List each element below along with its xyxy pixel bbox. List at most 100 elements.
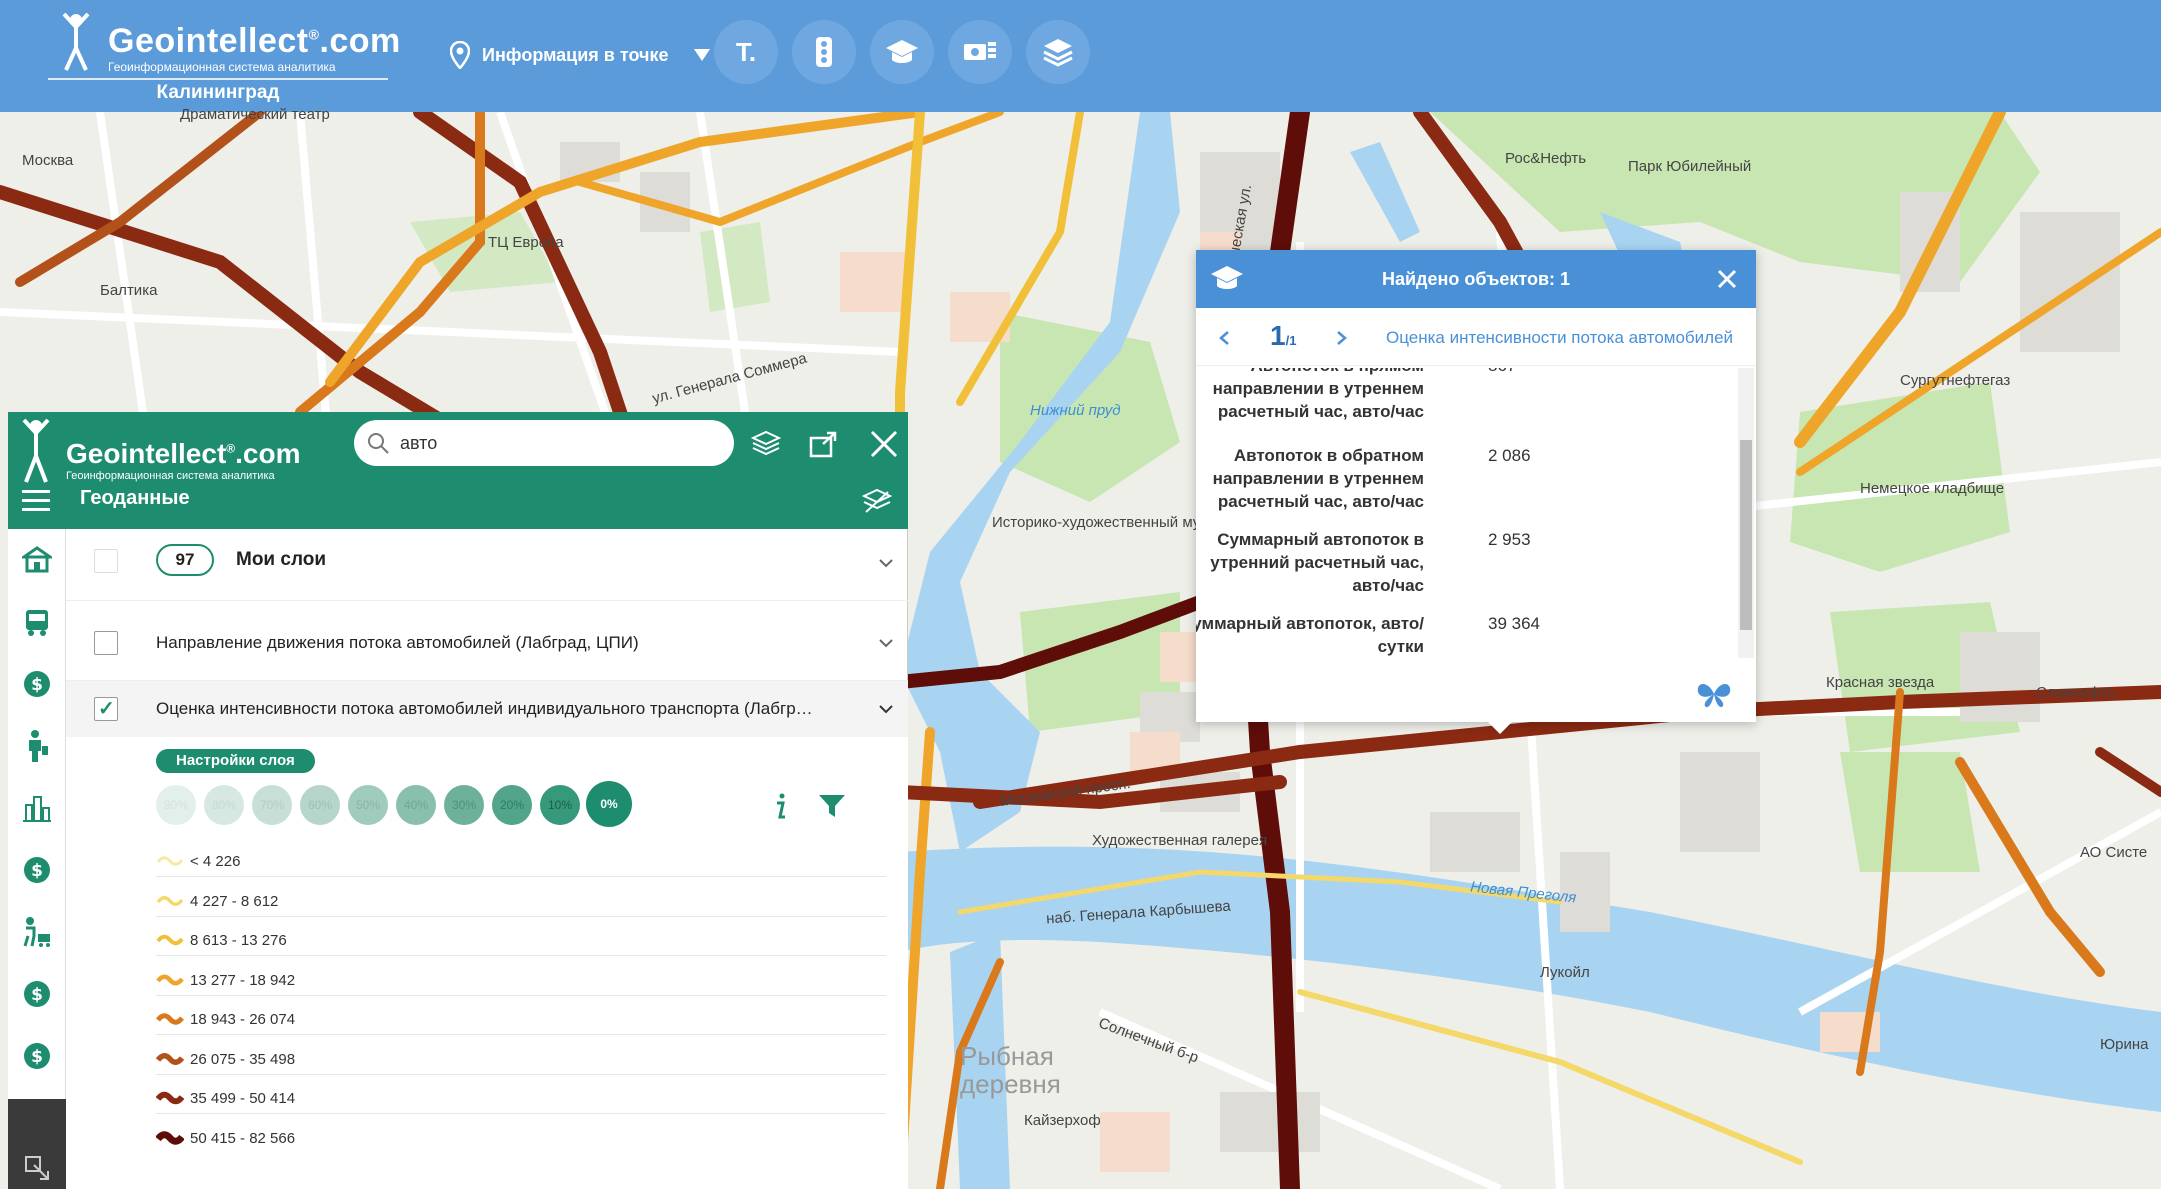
info-point-label: Информация в точке bbox=[482, 44, 669, 65]
popup-scrollbar[interactable] bbox=[1738, 368, 1754, 658]
layer-label[interactable]: Оценка интенсивности потока автомобилей … bbox=[156, 699, 813, 719]
popup-pointer bbox=[1486, 720, 1514, 734]
attribute-value: 2 953 bbox=[1488, 530, 1531, 549]
dollar-icon: $ bbox=[24, 981, 50, 1007]
map-label-museum: Историко-художественный музей bbox=[992, 514, 1224, 531]
layers-tool-button[interactable] bbox=[1026, 20, 1090, 84]
panel-title: Геоданные bbox=[80, 487, 190, 509]
brand-logo[interactable]: Geointellect®.com Геоинформационная сист… bbox=[48, 12, 400, 107]
legend-line-icon bbox=[156, 896, 184, 906]
butterfly-icon[interactable] bbox=[1696, 680, 1732, 708]
rail-people-button[interactable] bbox=[8, 715, 66, 777]
caret-down-icon[interactable] bbox=[692, 47, 712, 63]
rail-infrastructure-button[interactable] bbox=[8, 777, 66, 839]
legend-item: 35 499 - 50 414 bbox=[156, 1084, 886, 1114]
layers-toggle-icon[interactable] bbox=[862, 486, 892, 516]
opacity-step-0[interactable]: 0% bbox=[586, 781, 632, 827]
legend-line-icon bbox=[156, 1013, 184, 1025]
layer-row[interactable]: Направление движения потока автомобилей … bbox=[66, 601, 908, 681]
opacity-step-60[interactable]: 60% bbox=[300, 785, 340, 825]
search-input[interactable] bbox=[400, 432, 700, 454]
city-icon bbox=[23, 796, 51, 822]
opacity-step-30[interactable]: 30% bbox=[444, 785, 484, 825]
pedestrian-icon bbox=[23, 917, 50, 947]
opacity-step-90[interactable]: 90% bbox=[156, 785, 196, 825]
person-logo-icon bbox=[22, 418, 50, 483]
scrollbar-thumb[interactable] bbox=[1740, 440, 1752, 630]
close-icon bbox=[870, 430, 898, 458]
layer-checkbox-checked[interactable] bbox=[94, 696, 118, 721]
popup-title: Найдено объектов: 1 bbox=[1381, 269, 1571, 289]
attribute-value: 867 bbox=[1488, 368, 1516, 377]
bus-icon bbox=[26, 610, 48, 636]
education-tool-button[interactable] bbox=[870, 20, 934, 84]
layer-label: Направление движения потока автомобилей … bbox=[156, 633, 639, 652]
chevron-right-icon[interactable] bbox=[1336, 330, 1348, 346]
map-label-rybnaya: Рыбная деревня bbox=[960, 1041, 1061, 1099]
attribute-key: Суммарный автопоток, авто/сутки bbox=[1196, 614, 1424, 656]
attribute-row: Автопоток в обратном направлении в утрен… bbox=[1196, 444, 1736, 524]
menu-button[interactable] bbox=[22, 490, 50, 514]
attribute-row: Суммарный автопоток в утренний расчетный… bbox=[1196, 528, 1736, 608]
search-box[interactable] bbox=[354, 420, 734, 466]
map-label-krasnaya-zvezda: Красная звезда bbox=[1826, 674, 1935, 691]
map-label-ao-system: АО Систе bbox=[2080, 844, 2148, 861]
map-label-yurina: Юрина bbox=[2100, 1036, 2149, 1053]
opacity-step-70[interactable]: 70% bbox=[252, 785, 292, 825]
map-label-teatr: Драматический театр bbox=[180, 106, 330, 123]
my-layers-row[interactable]: 97 Мои слои bbox=[66, 529, 908, 601]
popup-page-indicator: 1/1 bbox=[1270, 320, 1297, 351]
text-tool-button[interactable]: T. bbox=[714, 20, 778, 84]
opacity-step-80[interactable]: 80% bbox=[204, 785, 244, 825]
map-label-moskva: Москва bbox=[22, 152, 74, 169]
legend-line-icon bbox=[156, 856, 184, 866]
transport-tool-button[interactable] bbox=[792, 20, 856, 84]
resize-icon[interactable] bbox=[24, 1155, 50, 1181]
rail-finance-3-button[interactable]: $ bbox=[8, 963, 66, 1025]
popup-layer-name[interactable]: Оценка интенсивности потока автомобилей bbox=[1386, 328, 1746, 348]
rail-finance-4-button[interactable]: $ bbox=[8, 1025, 66, 1087]
export-button[interactable] bbox=[804, 426, 844, 462]
rail-footer bbox=[8, 1099, 66, 1189]
map-label-nizhny-prud: Нижний пруд bbox=[1030, 402, 1121, 419]
layer-settings-button[interactable]: Настройки слоя bbox=[156, 749, 315, 773]
popup-navigation: 1/1 Оценка интенсивности потока автомоби… bbox=[1196, 308, 1756, 366]
opacity-step-50[interactable]: 50% bbox=[348, 785, 388, 825]
brand-name: Geointellect®.com bbox=[108, 22, 401, 60]
map-label-tc-evropa: ТЦ Европа bbox=[488, 234, 564, 251]
close-panel-button[interactable] bbox=[864, 426, 904, 462]
info-point-selector[interactable]: Информация в точке bbox=[450, 38, 712, 72]
opacity-step-40[interactable]: 40% bbox=[396, 785, 436, 825]
info-icon[interactable] bbox=[774, 793, 788, 819]
rail-housing-button[interactable] bbox=[8, 529, 66, 591]
attribute-value: 2 086 bbox=[1488, 446, 1531, 465]
rail-transport-button[interactable] bbox=[8, 591, 66, 653]
panel-brand-logo[interactable]: Geointellect®.com Геоинформационная сист… bbox=[14, 418, 334, 488]
chevron-left-icon[interactable] bbox=[1218, 330, 1230, 346]
rail-pedestrian-button[interactable] bbox=[8, 901, 66, 963]
legend-line-icon bbox=[156, 934, 184, 946]
layer-checkbox[interactable] bbox=[94, 631, 118, 655]
city-name[interactable]: Калининград bbox=[48, 82, 388, 104]
attribute-key: Автопоток в обратном направлении в утрен… bbox=[1212, 446, 1424, 511]
layer-stack-button[interactable] bbox=[746, 426, 786, 462]
finance-tool-button[interactable] bbox=[948, 20, 1012, 84]
chevron-down-icon[interactable] bbox=[878, 635, 894, 651]
chevron-down-icon[interactable] bbox=[878, 555, 894, 571]
rail-finance-2-button[interactable]: $ bbox=[8, 839, 66, 901]
legend-item: 4 227 - 8 612 bbox=[156, 887, 886, 917]
attribute-value: 39 364 bbox=[1488, 614, 1540, 633]
opacity-step-20[interactable]: 20% bbox=[492, 785, 532, 825]
export-icon bbox=[809, 431, 837, 458]
layer-stack-icon bbox=[751, 430, 781, 456]
close-popup-button[interactable] bbox=[1714, 266, 1740, 292]
popup-header: Найдено объектов: 1 bbox=[1196, 250, 1756, 308]
layers-icon bbox=[1043, 39, 1073, 67]
legend-item: 18 943 - 26 074 bbox=[156, 1005, 886, 1035]
my-layers-checkbox[interactable] bbox=[94, 549, 118, 573]
chevron-up-icon[interactable] bbox=[878, 701, 894, 717]
opacity-step-10[interactable]: 10% bbox=[540, 785, 580, 825]
attribute-key: Автопоток в прямом направлении в утренне… bbox=[1212, 368, 1424, 421]
rail-finance-button[interactable]: $ bbox=[8, 653, 66, 715]
filter-icon[interactable] bbox=[818, 793, 846, 819]
